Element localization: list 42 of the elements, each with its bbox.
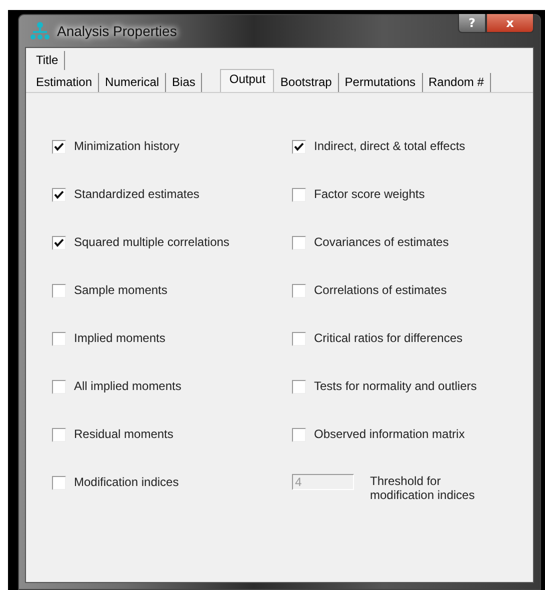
tab[interactable]: Permutations	[338, 73, 422, 92]
checkbox[interactable]	[292, 284, 306, 298]
tab[interactable]: Numerical	[99, 73, 166, 92]
checkbox-label: Residual moments	[74, 427, 174, 441]
checkbox[interactable]	[52, 380, 66, 394]
checkbox-label: Squared multiple correlations	[74, 235, 230, 249]
checkbox[interactable]	[292, 428, 306, 442]
checkbox[interactable]	[52, 284, 66, 298]
checkbox-label: All implied moments	[74, 379, 182, 393]
tab[interactable]: Title	[30, 51, 66, 70]
checkbox[interactable]	[52, 476, 66, 490]
checkbox-label: Factor score weights	[314, 187, 425, 201]
checkbox-label: Observed information matrix	[314, 427, 465, 441]
checkbox[interactable]	[52, 332, 66, 346]
checkbox[interactable]	[292, 332, 306, 346]
checkbox-label: Implied moments	[74, 331, 166, 345]
checkbox[interactable]	[52, 188, 66, 202]
checkbox-label: Minimization history	[74, 139, 180, 153]
checkbox-label: Covariances of estimates	[314, 235, 449, 249]
checkbox[interactable]	[292, 380, 306, 394]
tab[interactable]: Output	[220, 69, 274, 92]
checkbox-label: Correlations of estimates	[314, 283, 447, 297]
close-button[interactable]: x	[486, 14, 534, 33]
checkbox[interactable]	[52, 236, 66, 250]
tab[interactable]: Bias	[166, 73, 202, 92]
app-icon	[29, 21, 51, 41]
checkbox[interactable]	[292, 188, 306, 202]
window-title: Analysis Properties	[57, 23, 178, 39]
checkbox[interactable]	[292, 236, 306, 250]
checkbox-label: Sample moments	[74, 283, 168, 297]
tab[interactable]: Bootstrap	[274, 73, 339, 92]
checkbox-label: Tests for normality and outliers	[314, 379, 477, 393]
checkbox[interactable]	[292, 140, 306, 154]
tab[interactable]: Estimation	[30, 73, 100, 92]
checkbox[interactable]	[52, 428, 66, 442]
checkbox-label: Critical ratios for differences	[314, 331, 462, 345]
checkbox-label: Indirect, direct & total effects	[314, 139, 466, 153]
tab[interactable]: Random #	[422, 73, 491, 92]
checkbox-label: Standardized estimates	[74, 187, 200, 201]
checkbox-label: Modification indices	[74, 475, 179, 489]
checkbox[interactable]	[52, 140, 66, 154]
threshold-label: Threshold for modification indices	[370, 474, 476, 502]
